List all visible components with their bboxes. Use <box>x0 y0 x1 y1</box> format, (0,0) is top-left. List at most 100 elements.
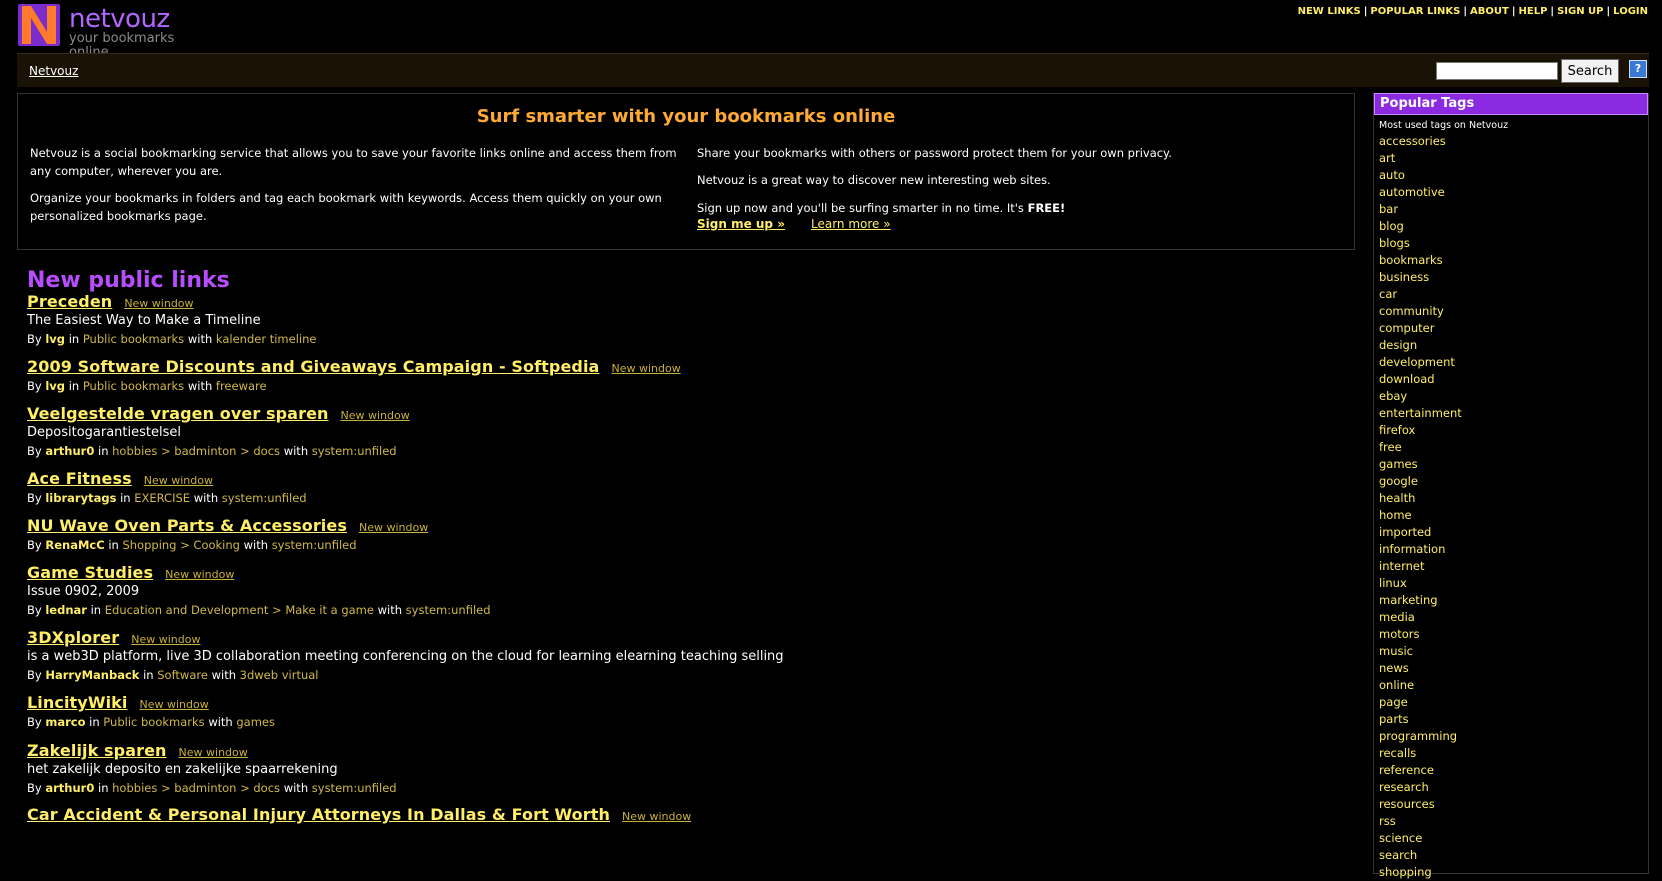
new-window-link[interactable]: New window <box>165 568 234 581</box>
tag-link[interactable]: blogs <box>1379 236 1410 250</box>
tag-link[interactable]: information <box>1379 542 1445 556</box>
tag-link[interactable]: linux <box>1379 576 1407 590</box>
link-user[interactable]: arthur0 <box>45 781 94 795</box>
link-title[interactable]: LincityWiki <box>27 693 127 712</box>
new-window-link[interactable]: New window <box>124 297 193 310</box>
tag-link[interactable]: firefox <box>1379 423 1415 437</box>
link-title[interactable]: Veelgestelde vragen over sparen <box>27 404 329 423</box>
link-title[interactable]: 2009 Software Discounts and Giveaways Ca… <box>27 357 599 376</box>
tag-link[interactable]: page <box>1379 695 1408 709</box>
link-folder[interactable]: EXERCISE <box>134 491 190 505</box>
tag-link[interactable]: automotive <box>1379 185 1445 199</box>
link-title[interactable]: Ace Fitness <box>27 469 132 488</box>
tag-link[interactable]: design <box>1379 338 1417 352</box>
link-tags[interactable]: system:unfiled <box>312 781 397 795</box>
tag-link[interactable]: community <box>1379 304 1444 318</box>
link-title[interactable]: NU Wave Oven Parts & Accessories <box>27 516 347 535</box>
link-user[interactable]: HarryManback <box>45 668 139 682</box>
tag-link[interactable]: car <box>1379 287 1397 301</box>
link-user[interactable]: librarytags <box>45 491 116 505</box>
tag-link[interactable]: home <box>1379 508 1412 522</box>
tag-link[interactable]: games <box>1379 457 1418 471</box>
tag-link[interactable]: business <box>1379 270 1429 284</box>
tag-link[interactable]: auto <box>1379 168 1405 182</box>
tag-link[interactable]: free <box>1379 440 1402 454</box>
link-folder[interactable]: Shopping > Cooking <box>122 538 240 552</box>
link-folder[interactable]: Public bookmarks <box>103 715 204 729</box>
tag-link[interactable]: accessories <box>1379 134 1446 148</box>
tag-link[interactable]: research <box>1379 780 1429 794</box>
nav-popular-links[interactable]: POPULAR LINKS <box>1370 6 1460 17</box>
link-title[interactable]: Zakelijk sparen <box>27 741 167 760</box>
tag-link[interactable]: ebay <box>1379 389 1407 403</box>
tag-link[interactable]: news <box>1379 661 1409 675</box>
new-window-link[interactable]: New window <box>144 474 213 487</box>
tag-link[interactable]: health <box>1379 491 1415 505</box>
link-folder[interactable]: Public bookmarks <box>83 379 184 393</box>
tag-link[interactable]: parts <box>1379 712 1409 726</box>
link-folder[interactable]: Software <box>157 668 208 682</box>
nav-login[interactable]: LOGIN <box>1613 6 1648 17</box>
tag-link[interactable]: shopping <box>1379 865 1432 879</box>
link-tags[interactable]: system:unfiled <box>312 444 397 458</box>
link-title[interactable]: Game Studies <box>27 563 153 582</box>
learn-more-link[interactable]: Learn more » <box>811 217 891 231</box>
tag-link[interactable]: imported <box>1379 525 1431 539</box>
tag-link[interactable]: rss <box>1379 814 1396 828</box>
link-title[interactable]: 3DXplorer <box>27 628 119 647</box>
tag-link[interactable]: programming <box>1379 729 1457 743</box>
link-user[interactable]: arthur0 <box>45 444 94 458</box>
link-folder[interactable]: Education and Development > Make it a ga… <box>105 603 374 617</box>
netvouz-logo[interactable]: netvouz your bookmarks online <box>18 4 218 60</box>
tag-link[interactable]: resources <box>1379 797 1435 811</box>
tag-link[interactable]: science <box>1379 831 1422 845</box>
tag-link[interactable]: development <box>1379 355 1455 369</box>
sign-me-up-link[interactable]: Sign me up » <box>697 217 785 231</box>
search-button[interactable]: Search <box>1561 59 1619 83</box>
new-window-link[interactable]: New window <box>341 409 410 422</box>
search-input[interactable] <box>1436 62 1558 80</box>
tag-link[interactable]: entertainment <box>1379 406 1462 420</box>
link-user[interactable]: lvg <box>45 379 65 393</box>
breadcrumb-home-link[interactable]: Netvouz <box>29 64 78 78</box>
link-title[interactable]: Car Accident & Personal Injury Attorneys… <box>27 805 610 824</box>
tag-link[interactable]: computer <box>1379 321 1434 335</box>
link-folder[interactable]: hobbies > badminton > docs <box>112 444 280 458</box>
nav-help[interactable]: HELP <box>1519 6 1548 17</box>
link-title[interactable]: Preceden <box>27 292 112 311</box>
link-user[interactable]: RenaMcC <box>45 538 104 552</box>
tag-link[interactable]: bar <box>1379 202 1398 216</box>
tag-link[interactable]: download <box>1379 372 1435 386</box>
link-tags[interactable]: games <box>236 715 275 729</box>
tag-link[interactable]: internet <box>1379 559 1424 573</box>
link-user[interactable]: marco <box>45 715 85 729</box>
link-folder[interactable]: hobbies > badminton > docs <box>112 781 280 795</box>
nav-new-links[interactable]: NEW LINKS <box>1298 6 1361 17</box>
link-folder[interactable]: Public bookmarks <box>83 332 184 346</box>
tag-link[interactable]: art <box>1379 151 1395 165</box>
new-window-link[interactable]: New window <box>359 521 428 534</box>
link-tags[interactable]: 3dweb virtual <box>240 668 319 682</box>
link-tags[interactable]: system:unfiled <box>222 491 307 505</box>
new-window-link[interactable]: New window <box>179 746 248 759</box>
help-icon[interactable]: ? <box>1629 60 1647 78</box>
nav-about[interactable]: ABOUT <box>1470 6 1509 17</box>
new-window-link[interactable]: New window <box>611 362 680 375</box>
nav-sign-up[interactable]: SIGN UP <box>1557 6 1603 17</box>
new-window-link[interactable]: New window <box>622 810 691 823</box>
link-tags[interactable]: freeware <box>216 379 267 393</box>
tag-link[interactable]: search <box>1379 848 1417 862</box>
tag-link[interactable]: marketing <box>1379 593 1438 607</box>
tag-link[interactable]: motors <box>1379 627 1420 641</box>
new-window-link[interactable]: New window <box>139 698 208 711</box>
link-tags[interactable]: system:unfiled <box>406 603 491 617</box>
new-window-link[interactable]: New window <box>131 633 200 646</box>
tag-link[interactable]: music <box>1379 644 1413 658</box>
link-tags[interactable]: kalender timeline <box>216 332 317 346</box>
tag-link[interactable]: reference <box>1379 763 1434 777</box>
tag-link[interactable]: blog <box>1379 219 1404 233</box>
tag-link[interactable]: online <box>1379 678 1414 692</box>
tag-link[interactable]: media <box>1379 610 1415 624</box>
link-user[interactable]: lvg <box>45 332 65 346</box>
link-user[interactable]: lednar <box>45 603 87 617</box>
